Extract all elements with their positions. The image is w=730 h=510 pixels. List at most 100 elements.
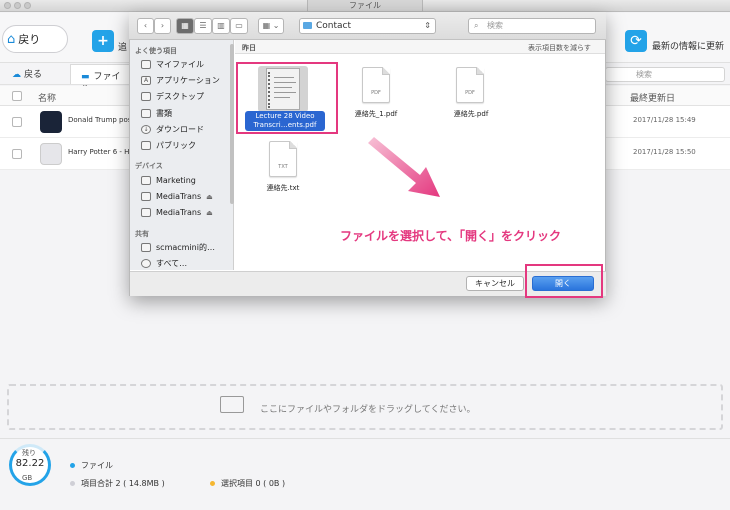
eject-icon[interactable]: ⏏ <box>206 193 213 201</box>
sidebar-item-label: ダウンロード <box>156 125 204 134</box>
file-name[interactable]: 連絡先.pdf <box>440 109 502 119</box>
sidebar-item-downloads[interactable]: ↓ ダウンロード <box>141 124 204 135</box>
page-fold <box>289 141 297 149</box>
coverflow-view-button[interactable]: ▭ <box>230 18 248 34</box>
show-fewer-link[interactable]: 表示項目数を減らす <box>528 43 591 53</box>
sub-back-button[interactable]: ☁ 戻る <box>12 67 42 80</box>
file-date: 2017/11/28 15:49 <box>633 116 696 124</box>
refresh-label[interactable]: 最新の情報に更新 <box>652 39 724 52</box>
eject-icon[interactable]: ⏏ <box>206 209 213 217</box>
legend-selected-label: 選択項目 0 ( 0B ) <box>221 479 286 488</box>
legend-total: 項目合計 2 ( 14.8MB ) <box>70 478 165 489</box>
applications-icon: A <box>141 76 151 85</box>
file-name: Donald Trump post <box>68 116 135 124</box>
storage-value: 82.22 <box>15 458 45 469</box>
sidebar-item-shared[interactable]: scmacmini的… <box>141 242 215 253</box>
legend-total-label: 項目合計 2 ( 14.8MB ) <box>81 479 165 488</box>
sidebar-heading-favorites: よく使う項目 <box>135 47 177 55</box>
arrange-menu-button[interactable]: ▦ ⌄ <box>258 18 284 34</box>
path-select[interactable]: Contact ⇕ <box>299 18 436 34</box>
sidebar-item-label: 書類 <box>156 109 172 118</box>
refresh-icon[interactable]: ⟳ <box>625 30 647 52</box>
sidebar-item-documents[interactable]: 書類 <box>141 108 172 119</box>
add-file-icon[interactable]: + <box>92 30 114 52</box>
row-checkbox[interactable] <box>12 117 22 127</box>
legend-file: ファイル <box>70 460 113 471</box>
file-name[interactable]: 連絡先.txt <box>252 183 314 193</box>
pdf-file-icon[interactable]: PDF <box>456 67 484 103</box>
back-button-label: 戻り <box>18 33 41 46</box>
page-fold <box>382 67 390 75</box>
sidebar-item-myfiles[interactable]: マイファイル <box>141 59 204 70</box>
sidebar-item-label: MediaTrans <box>156 208 202 217</box>
globe-icon <box>141 259 151 268</box>
desktop-icon <box>141 92 151 101</box>
sidebar-item-label: すべて… <box>156 259 188 268</box>
sidebar-item-device[interactable]: MediaTrans ⏏ <box>141 208 213 217</box>
sidebar-item-label: アプリケーション <box>156 76 220 85</box>
sidebar-scrollbar[interactable] <box>230 44 234 204</box>
folder-icon: ▬ <box>81 72 90 82</box>
nav-forward-button[interactable]: › <box>154 18 171 34</box>
column-view-button[interactable]: ▥ <box>212 18 230 34</box>
legend-dot <box>70 463 75 468</box>
file-highlight-box <box>236 62 338 134</box>
storage-label: 残り <box>22 449 36 457</box>
file-thumbnail <box>40 143 62 165</box>
computer-icon <box>141 243 151 252</box>
nav-back-button[interactable]: ‹ <box>137 18 154 34</box>
tab-files[interactable]: ▬ファイル <box>70 64 130 95</box>
folder-icon <box>141 141 151 150</box>
sidebar-item-label: Marketing <box>156 176 196 185</box>
sidebar-item-applications[interactable]: A アプリケーション <box>141 75 220 86</box>
column-date[interactable]: 最終更新日 <box>630 91 675 104</box>
instruction-callout: ファイルを選択して、「開く」をクリック <box>340 229 562 243</box>
legend-file-label: ファイル <box>81 461 113 470</box>
list-view-button[interactable]: ☰ <box>194 18 212 34</box>
search-icon: ⌕ <box>474 21 479 30</box>
chevron-updown-icon: ⇕ <box>424 21 431 30</box>
cancel-button[interactable]: キャンセル <box>466 276 524 291</box>
select-all-checkbox[interactable] <box>12 91 22 101</box>
open-highlight-box <box>525 264 603 298</box>
path-select-value: Contact <box>316 21 352 31</box>
sub-back-label: 戻る <box>24 70 43 80</box>
pdf-file-icon[interactable]: PDF <box>362 67 390 103</box>
file-name: Harry Potter 6 - Ha <box>68 148 134 156</box>
sidebar-item-public[interactable]: パブリック <box>141 140 196 151</box>
sidebar-heading-shared: 共有 <box>135 230 149 238</box>
arrow-icon <box>368 137 440 197</box>
sidebar-item-label: デスクトップ <box>156 92 204 101</box>
sidebar-item-device[interactable]: Marketing <box>141 176 196 185</box>
back-button[interactable]: ⌂ 戻り <box>2 25 68 53</box>
folder-icon <box>303 22 312 29</box>
file-type-tag: PDF <box>371 90 381 96</box>
file-thumbnail <box>40 111 62 133</box>
sidebar-item-shared[interactable]: すべて… <box>141 258 187 269</box>
file-name[interactable]: 連絡先_1.pdf <box>345 109 407 119</box>
sidebar-heading-devices: デバイス <box>135 162 163 170</box>
sidebar-item-device[interactable]: MediaTrans ⏏ <box>141 192 213 201</box>
file-type-tag: PDF <box>465 90 475 96</box>
legend-dot <box>210 481 215 486</box>
sidebar-item-desktop[interactable]: デスクトップ <box>141 91 204 102</box>
minimize-window-icon[interactable] <box>14 2 21 9</box>
zoom-window-icon[interactable] <box>24 2 31 9</box>
txt-file-icon[interactable]: TXT <box>269 141 297 177</box>
row-checkbox[interactable] <box>12 149 22 159</box>
sidebar-item-label: パブリック <box>156 141 196 150</box>
dialog-search-placeholder: 検索 <box>487 21 503 30</box>
storage-unit: GB <box>22 474 33 482</box>
dialog-search-input[interactable]: ⌕ 検索 <box>468 18 596 34</box>
file-type-tag: TXT <box>278 164 288 170</box>
status-footer <box>0 438 730 510</box>
drive-icon <box>141 176 151 185</box>
file-icon <box>141 60 151 69</box>
close-window-icon[interactable] <box>4 2 11 9</box>
icon-view-button[interactable]: ▦ <box>176 18 194 34</box>
search-input[interactable]: 検索 <box>605 67 725 82</box>
column-name[interactable]: 名称 <box>38 91 56 104</box>
folder-drop-icon <box>220 396 244 413</box>
drive-icon <box>141 192 151 201</box>
window-controls[interactable] <box>4 2 34 12</box>
